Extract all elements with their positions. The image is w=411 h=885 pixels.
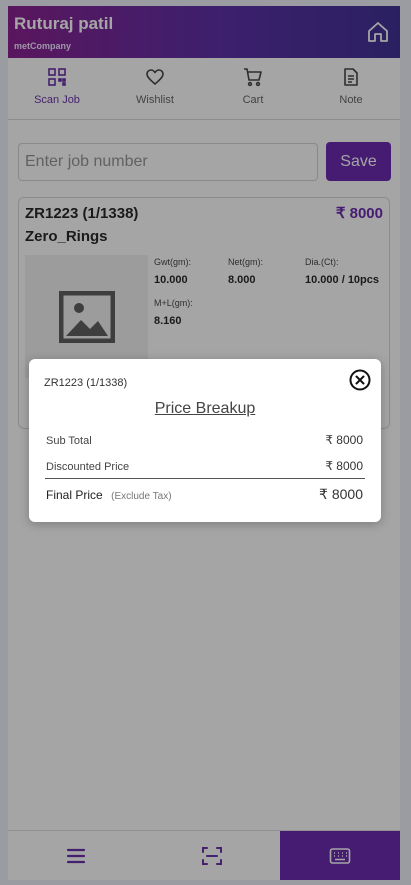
price-breakup-modal: ZR1223 (1/1338) Price Breakup Sub Total … — [29, 359, 381, 522]
price-row: Discounted Price ₹ 8000 — [46, 459, 363, 473]
divider — [45, 478, 365, 479]
final-price-value: ₹ 8000 — [319, 486, 363, 502]
exclude-tax-note: (Exclude Tax) — [111, 491, 172, 502]
final-price-row: Final Price (Exclude Tax) ₹ 8000 — [46, 486, 363, 504]
price-row-value: ₹ 8000 — [325, 433, 363, 447]
price-row-value: ₹ 8000 — [325, 459, 363, 473]
final-price-label: Final Price — [46, 488, 103, 502]
price-row-label: Sub Total — [46, 435, 92, 447]
modal-title: Price Breakup — [154, 400, 256, 417]
close-button[interactable] — [349, 369, 371, 391]
modal-job-code: ZR1223 (1/1338) — [44, 377, 128, 389]
close-circle-icon — [349, 369, 371, 391]
final-price-label-group: Final Price (Exclude Tax) — [46, 486, 172, 504]
price-row: Sub Total ₹ 8000 — [46, 433, 363, 447]
price-row-label: Discounted Price — [46, 461, 130, 473]
